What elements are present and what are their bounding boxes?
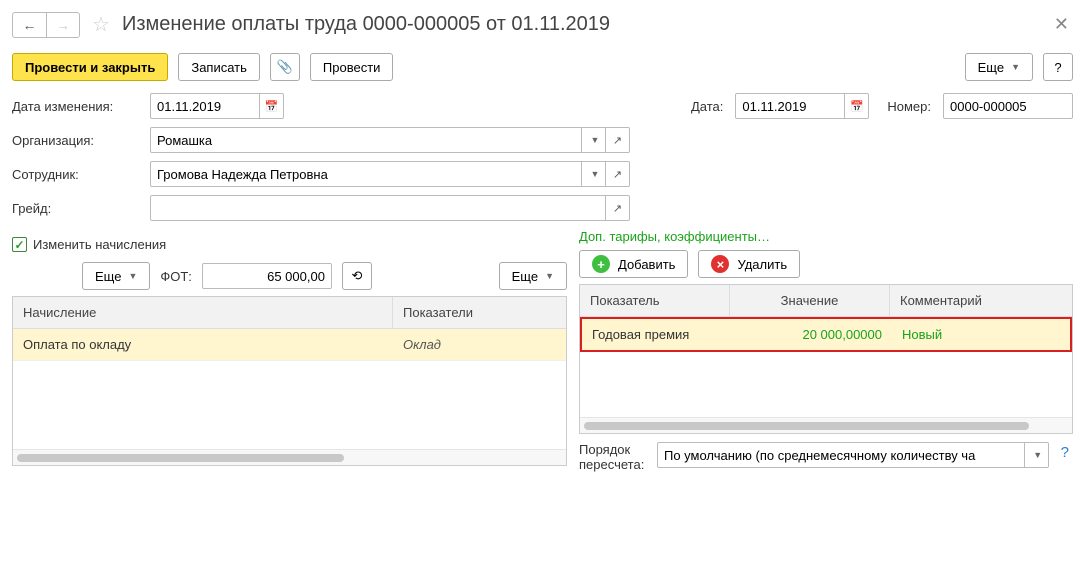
org-dropdown-button[interactable]: ▼	[582, 127, 606, 153]
open-icon: ↗	[613, 168, 622, 181]
change-accruals-checkbox[interactable]: ✓	[12, 237, 27, 252]
post-button[interactable]: Провести	[310, 53, 394, 81]
change-date-calendar-button[interactable]: 📅	[260, 93, 284, 119]
indicator-comment-cell: Новый	[892, 319, 1070, 350]
fot-input[interactable]	[202, 263, 332, 289]
col-value-header[interactable]: Значение	[730, 285, 890, 316]
date-input[interactable]	[735, 93, 845, 119]
plus-icon: +	[592, 255, 610, 273]
grade-open-button[interactable]: ↗	[606, 195, 630, 221]
recalc-select[interactable]	[657, 442, 1025, 468]
left-more-button[interactable]: Еще▼	[82, 262, 150, 290]
delete-button[interactable]: × Удалить	[698, 250, 800, 278]
arrow-right-icon: →	[56, 17, 70, 33]
left-more2-button[interactable]: Еще▼	[499, 262, 567, 290]
x-icon: ×	[711, 255, 729, 273]
calendar-icon: 📅	[265, 100, 279, 113]
number-input[interactable]	[943, 93, 1073, 119]
help-button[interactable]: ?	[1043, 53, 1073, 81]
recalc-help-button[interactable]: ?	[1057, 442, 1073, 463]
number-label: Номер:	[887, 99, 931, 114]
accruals-table: Начисление Показатели Оплата по окладу О…	[12, 296, 567, 466]
employee-open-button[interactable]: ↗	[606, 161, 630, 187]
chevron-down-icon: ▼	[1033, 450, 1042, 460]
save-button[interactable]: Записать	[178, 53, 260, 81]
recalc-dropdown-button[interactable]: ▼	[1025, 442, 1049, 468]
change-date-label: Дата изменения:	[12, 99, 142, 114]
chevron-down-icon: ▼	[591, 169, 600, 179]
indicator-name-cell: Годовая премия	[582, 319, 732, 350]
recalc-label: Порядок пересчета:	[579, 442, 649, 472]
fot-label: ФОТ:	[160, 269, 192, 284]
more-button[interactable]: Еще▼	[965, 53, 1033, 81]
indicator-value-cell: 20 000,00000	[732, 319, 892, 350]
open-icon: ↗	[613, 202, 622, 215]
nav-forward-button[interactable]: →	[46, 12, 80, 38]
horizontal-scrollbar[interactable]	[580, 417, 1072, 433]
org-open-button[interactable]: ↗	[606, 127, 630, 153]
chevron-down-icon: ▼	[545, 271, 554, 281]
open-icon: ↗	[613, 134, 622, 147]
employee-dropdown-button[interactable]: ▼	[582, 161, 606, 187]
indicators-table: Показатель Значение Комментарий Годовая …	[579, 284, 1073, 434]
employee-input[interactable]	[150, 161, 582, 187]
table-row[interactable]: Оплата по окладу Оклад	[13, 329, 566, 361]
nav-back-button[interactable]: ←	[12, 12, 46, 38]
calendar-icon: 📅	[850, 100, 864, 113]
refresh-button[interactable]: ⟲	[342, 262, 372, 290]
change-accruals-label: Изменить начисления	[33, 237, 166, 252]
refresh-icon: ⟲	[351, 268, 362, 284]
date-calendar-button[interactable]: 📅	[845, 93, 869, 119]
org-input[interactable]	[150, 127, 582, 153]
date-label: Дата:	[691, 99, 723, 114]
arrow-left-icon: ←	[23, 17, 37, 33]
grade-label: Грейд:	[12, 201, 142, 216]
favorite-star-icon[interactable]: ☆	[92, 12, 110, 37]
indicator-cell: Оклад	[393, 329, 566, 360]
extra-tariffs-link[interactable]: Доп. тарифы, коэффициенты…	[579, 229, 770, 244]
employee-label: Сотрудник:	[12, 167, 142, 182]
chevron-down-icon: ▼	[1011, 62, 1020, 72]
paperclip-icon: 📎	[277, 59, 293, 75]
accrual-cell: Оплата по окладу	[13, 329, 393, 360]
col-comment-header[interactable]: Комментарий	[890, 285, 1072, 316]
col-indicators-header[interactable]: Показатели	[393, 297, 566, 328]
add-button[interactable]: + Добавить	[579, 250, 688, 278]
chevron-down-icon: ▼	[128, 271, 137, 281]
horizontal-scrollbar[interactable]	[13, 449, 566, 465]
org-label: Организация:	[12, 133, 142, 148]
page-title: Изменение оплаты труда 0000-000005 от 01…	[122, 13, 1042, 36]
table-row[interactable]: Годовая премия 20 000,00000 Новый	[580, 317, 1072, 352]
chevron-down-icon: ▼	[591, 135, 600, 145]
attach-button[interactable]: 📎	[270, 53, 300, 81]
grade-input[interactable]	[150, 195, 606, 221]
col-accrual-header[interactable]: Начисление	[13, 297, 393, 328]
change-date-input[interactable]	[150, 93, 260, 119]
col-indicator-header[interactable]: Показатель	[580, 285, 730, 316]
close-button[interactable]: ✕	[1050, 10, 1073, 39]
post-and-close-button[interactable]: Провести и закрыть	[12, 53, 168, 81]
